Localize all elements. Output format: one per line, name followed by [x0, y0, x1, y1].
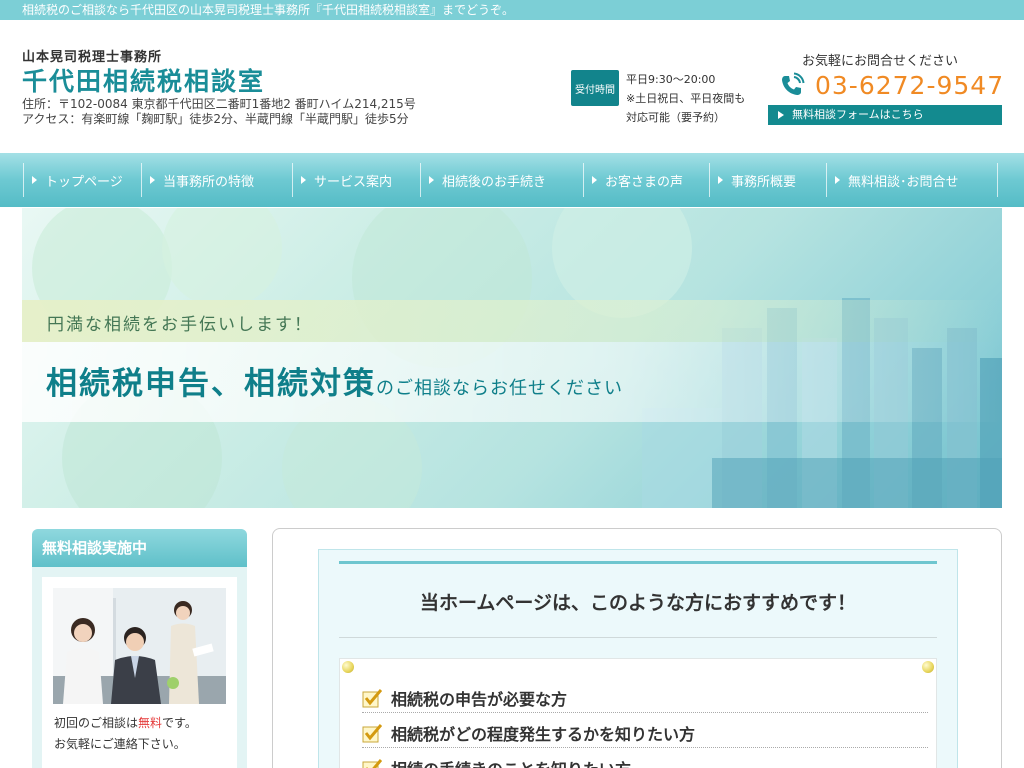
nav-item-top[interactable]: トップページ: [23, 163, 141, 197]
hero-banner: 円満な相続をお手伝いします！ 相続税申告、相続対策のご相談ならお任せください: [22, 208, 1002, 508]
main-content: 当ホームページは、このような方におすすめです！ 相続税の申告が必要な方 相続税が…: [272, 528, 1002, 768]
free-highlight: 無料: [138, 716, 163, 730]
hero-headline-suffix: のご相談ならお任せください: [376, 378, 623, 399]
title-divider: [339, 637, 937, 638]
phone-icon: [782, 72, 805, 95]
triangle-right-icon: [32, 176, 37, 184]
list-item: 相続税の申告が必要な方: [362, 683, 928, 713]
list-item: 相続税がどの程度発生するかを知りたい方: [362, 718, 928, 748]
nav-item-features[interactable]: 当事務所の特徴: [141, 163, 292, 197]
nav-item-voices[interactable]: お客さまの声: [583, 163, 709, 197]
form-link-label: 無料相談フォームはこちら: [792, 108, 924, 121]
free-note-post: です。: [162, 716, 197, 730]
free-note: 初回のご相談は無料です。: [54, 713, 197, 734]
nav-item-about[interactable]: 事務所概要: [709, 163, 826, 197]
checkbox-checked-icon: [362, 758, 382, 768]
sidebar-text: 初回のご相談は無料です。 お気軽にご連絡下さい。: [54, 713, 197, 755]
list-item-label: 相続の手続きのことを知りたい方: [391, 756, 631, 768]
sidebar-panel: 初回のご相談は無料です。 お気軽にご連絡下さい。: [42, 577, 237, 768]
contact-lead: お気軽にお問合せください: [802, 54, 959, 69]
nav-divider: [997, 163, 998, 197]
nav-items: トップページ 当事務所の特徴 サービス案内 相続後のお手続き お客さまの声 事務…: [23, 163, 998, 197]
free-consultation-form-link[interactable]: 無料相談フォームはこちら: [768, 105, 1002, 125]
hero-subtitle: 円満な相続をお手伝いします！: [47, 315, 313, 335]
nav-label: 相続後のお手続き: [442, 174, 547, 190]
triangle-right-icon: [778, 111, 784, 119]
triangle-right-icon: [718, 176, 723, 184]
sidebar-free-consultation: 無料相談実施中 初回のご相談は無料です。 お気軽にご連絡下さい。: [32, 529, 247, 768]
site-title[interactable]: 千代田相続税相談室: [22, 62, 265, 98]
triangle-right-icon: [301, 176, 306, 184]
address-line: 住所：〒102-0084 東京都千代田区二番町1番地2 番町ハイム214,215…: [22, 97, 416, 111]
list-item: 相続の手続きのことを知りたい方: [362, 753, 928, 768]
hours-badge: 受付時間: [571, 70, 619, 106]
hero-headline: 相続税申告、相続対策のご相談ならお任せください: [46, 358, 623, 403]
contact-note: お気軽にご連絡下さい。: [54, 737, 186, 751]
list-item-label: 相続税の申告が必要な方: [391, 689, 568, 709]
top-strip: 相続税のご相談なら千代田区の山本晃司税理士事務所『千代田相続税相談室』までどうぞ…: [0, 0, 1024, 20]
business-hours: 平日9:30〜20:00 ※土日祝日、平日夜間も 対応可能（要予約）: [626, 70, 745, 127]
triangle-right-icon: [429, 176, 434, 184]
consultants-illustration: [53, 588, 226, 704]
triangle-right-icon: [592, 176, 597, 184]
title-top-rule: [339, 561, 937, 564]
hours-note: 対応可能（要予約）: [626, 111, 725, 124]
triangle-right-icon: [835, 176, 840, 184]
phone-number[interactable]: 03-6272-9547: [815, 71, 1004, 100]
free-note-pre: 初回のご相談は: [54, 716, 139, 730]
nav-label: 事務所概要: [731, 174, 797, 190]
list-item-label: 相続税がどの程度発生するかを知りたい方: [391, 724, 696, 744]
access-line: アクセス：有楽町線「麹町駅」徒歩2分、半蔵門線「半蔵門駅」徒歩5分: [22, 112, 409, 126]
nav-item-services[interactable]: サービス案内: [292, 163, 420, 197]
address: 住所：〒102-0084 東京都千代田区二番町1番地2 番町ハイム214,215…: [22, 97, 416, 127]
nav-label: トップページ: [45, 174, 123, 190]
nav-item-contact[interactable]: 無料相談･お問合せ: [826, 163, 997, 197]
pin-icon: [342, 661, 354, 673]
nav-label: お客さまの声: [605, 174, 684, 190]
pin-icon: [922, 661, 934, 673]
sidebar-title: 無料相談実施中: [32, 529, 247, 567]
hours-line: 平日9:30〜20:00: [626, 73, 716, 86]
triangle-right-icon: [150, 176, 155, 184]
nav-label: 当事務所の特徴: [163, 174, 255, 190]
nav-label: 無料相談･お問合せ: [848, 174, 959, 190]
header: 山本晃司税理士事務所 千代田相続税相談室 住所：〒102-0084 東京都千代田…: [0, 20, 1024, 153]
nav-item-procedures[interactable]: 相続後のお手続き: [420, 163, 583, 197]
hours-note: ※土日祝日、平日夜間も: [626, 92, 746, 105]
checkbox-checked-icon: [362, 688, 382, 707]
consultants-photo[interactable]: [53, 588, 226, 704]
hero-headline-main: 相続税申告、相続対策: [46, 366, 376, 402]
recommendation-box: 当ホームページは、このような方におすすめです！ 相続税の申告が必要な方 相続税が…: [318, 549, 958, 768]
nav-label: サービス案内: [314, 174, 393, 190]
recommendation-title: 当ホームページは、このような方におすすめです！: [419, 592, 857, 614]
recommendation-list: 相続税の申告が必要な方 相続税がどの程度発生するかを知りたい方 相続の手続きのこ…: [339, 658, 937, 768]
checkbox-checked-icon: [362, 723, 382, 742]
global-nav: トップページ 当事務所の特徴 サービス案内 相続後のお手続き お客さまの声 事務…: [0, 153, 1024, 207]
